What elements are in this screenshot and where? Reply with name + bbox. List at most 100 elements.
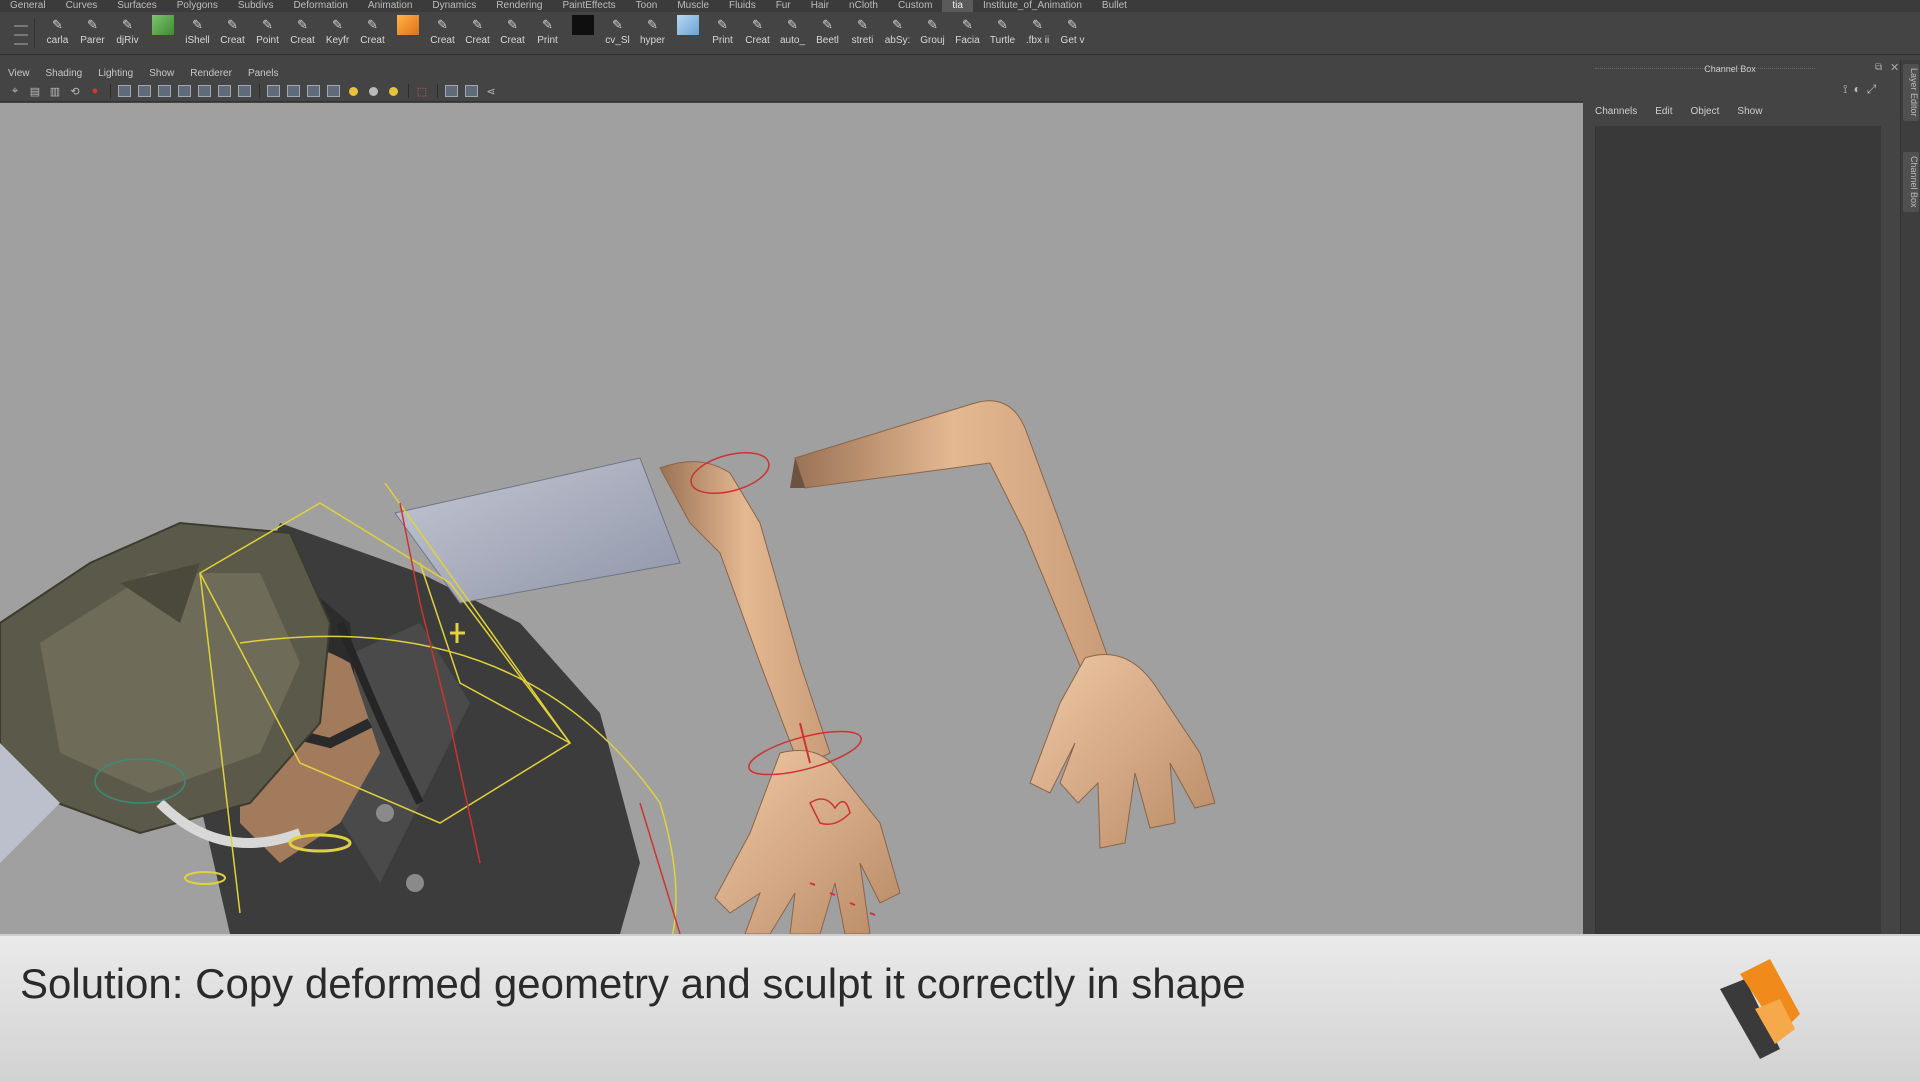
- shelf-tab[interactable]: PaintEffects: [552, 0, 625, 12]
- channel-box-menu-item[interactable]: Object: [1691, 106, 1720, 117]
- shelf-menu-handle[interactable]: [8, 18, 35, 48]
- shelf-tab[interactable]: Polygons: [167, 0, 228, 12]
- film-gate-icon[interactable]: [135, 83, 153, 99]
- shelf-tool-button[interactable]: ✎ abSy:: [880, 15, 915, 51]
- bookmark-icon[interactable]: ▥: [46, 83, 64, 99]
- shelf-tool-button[interactable]: ✎ streti: [845, 15, 880, 51]
- shelf-tool-button[interactable]: ✎ Creat: [460, 15, 495, 51]
- safe-title-icon[interactable]: [235, 83, 253, 99]
- use-all-lights-icon[interactable]: [384, 83, 402, 99]
- shelf-tool-button[interactable]: ✎ Creat: [215, 15, 250, 51]
- xray-icon[interactable]: [324, 83, 342, 99]
- panel-menu-item[interactable]: Renderer: [182, 68, 240, 79]
- shelf-tab[interactable]: Dynamics: [422, 0, 486, 12]
- select-camera-icon[interactable]: ⌖: [6, 83, 24, 99]
- shelf-tool-button[interactable]: [390, 15, 425, 51]
- viewport-panel-toolbar: ⌖ ▤ ▥ ⟲ ● ⬚ ⋖: [0, 81, 1583, 102]
- panel-menu-item[interactable]: Lighting: [90, 68, 141, 79]
- shelf-tool-button[interactable]: ✎ Creat: [425, 15, 460, 51]
- resolution-gate-icon[interactable]: [155, 83, 173, 99]
- panel-menu-item[interactable]: View: [0, 68, 38, 79]
- grid-icon[interactable]: [115, 83, 133, 99]
- channel-box-menu-item[interactable]: Edit: [1655, 106, 1672, 117]
- shelf-tool-button[interactable]: ✎ Parer: [75, 15, 110, 51]
- float-panel-icon[interactable]: ⧉: [1875, 62, 1882, 73]
- shelf-tool-icon: ✎: [472, 17, 483, 32]
- shelf-tab[interactable]: tia: [942, 0, 973, 12]
- channel-box-title: Channel Box: [1704, 64, 1756, 74]
- wireframe-icon[interactable]: [264, 83, 282, 99]
- shelf-tool-icon: ✎: [892, 17, 903, 32]
- channel-list[interactable]: [1595, 126, 1881, 934]
- field-chart-icon[interactable]: [195, 83, 213, 99]
- panel-menu-item[interactable]: Panels: [240, 68, 287, 79]
- panel-menu-item[interactable]: Show: [141, 68, 182, 79]
- shelf-tool-icon: ✎: [507, 17, 518, 32]
- shelf-tab[interactable]: Animation: [358, 0, 422, 12]
- shelf-tool-button[interactable]: ✎ auto_: [775, 15, 810, 51]
- shelf-tool-button[interactable]: ✎ iShell: [180, 15, 215, 51]
- 3d-viewport[interactable]: [0, 103, 1583, 934]
- textured-icon[interactable]: [364, 83, 382, 99]
- default-lighting-icon[interactable]: [344, 83, 362, 99]
- shelf-tool-button[interactable]: ✎ Get v: [1055, 15, 1090, 51]
- shelf-tool-button[interactable]: ✎ Creat: [495, 15, 530, 51]
- shelf-tool-button[interactable]: ✎ Beetl: [810, 15, 845, 51]
- shelf-tool-button[interactable]: ✎ Print: [530, 15, 565, 51]
- smooth-shade-icon[interactable]: [284, 83, 302, 99]
- shelf-tool-button[interactable]: ✎ Turtle: [985, 15, 1020, 51]
- shelf-tab[interactable]: Custom: [888, 0, 942, 12]
- shelf-tab[interactable]: Deformation: [283, 0, 357, 12]
- shelf-tool-icon: ✎: [822, 17, 833, 32]
- shelf-tool-button[interactable]: ✎ hyper: [635, 15, 670, 51]
- shelf-tool-button[interactable]: ✎ djRiv: [110, 15, 145, 51]
- xray-joints-icon[interactable]: [442, 83, 460, 99]
- image-plane-icon[interactable]: ⟲: [66, 83, 84, 99]
- shelf-tool-button[interactable]: [565, 15, 600, 51]
- shelf-tab[interactable]: nCloth: [839, 0, 888, 12]
- channel-box-menu-item[interactable]: Show: [1737, 106, 1762, 117]
- shelf-tool-button[interactable]: ✎ Creat: [740, 15, 775, 51]
- sculpted-arm-copy[interactable]: [790, 400, 1216, 849]
- shelf-tool-button[interactable]: ✎ Point: [250, 15, 285, 51]
- shelf-tab[interactable]: Muscle: [667, 0, 719, 12]
- shelf-tool-button[interactable]: ✎ cv_Sl: [600, 15, 635, 51]
- shelf-tab[interactable]: Bullet: [1092, 0, 1137, 12]
- speed-icon[interactable]: ◐: [1853, 82, 1860, 97]
- shelf-tab[interactable]: Toon: [626, 0, 668, 12]
- shelf-tool-button[interactable]: [670, 15, 705, 51]
- wireframe-on-shaded-icon[interactable]: [304, 83, 322, 99]
- camera-attributes-icon[interactable]: ▤: [26, 83, 44, 99]
- close-icon[interactable]: ✕: [1890, 61, 1899, 74]
- shelf-tab[interactable]: Fluids: [719, 0, 766, 12]
- shelf-tool-button[interactable]: ✎ Grouj: [915, 15, 950, 51]
- shelf-tool-button[interactable]: ✎ carla: [40, 15, 75, 51]
- panel-menu-item[interactable]: Shading: [38, 68, 91, 79]
- shelf-tool-button[interactable]: ✎ .fbx ii: [1020, 15, 1055, 51]
- shelf-tab[interactable]: General: [0, 0, 56, 12]
- shelf-tab[interactable]: Hair: [801, 0, 839, 12]
- shelf-tab[interactable]: Fur: [766, 0, 801, 12]
- safe-action-icon[interactable]: [215, 83, 233, 99]
- manipulator-icon[interactable]: ⟟: [1843, 82, 1847, 97]
- hyper-icon[interactable]: ⤢: [1867, 82, 1877, 97]
- shelf-tool-button[interactable]: ✎ Creat: [355, 15, 390, 51]
- record-icon[interactable]: ●: [86, 83, 104, 99]
- channel-box-tab[interactable]: Channel Box: [1903, 152, 1919, 212]
- xray-active-icon[interactable]: [462, 83, 480, 99]
- shelf-tab[interactable]: Institute_of_Animation: [973, 0, 1092, 12]
- share-icon[interactable]: ⋖: [482, 83, 500, 99]
- shelf-tool-button[interactable]: ✎ Keyfr: [320, 15, 355, 51]
- channel-box-menu-item[interactable]: Channels: [1595, 106, 1637, 117]
- shelf-tool-button[interactable]: [145, 15, 180, 51]
- gate-mask-icon[interactable]: [175, 83, 193, 99]
- isolate-select-icon[interactable]: ⬚: [413, 83, 431, 99]
- shelf-tool-button[interactable]: ✎ Print: [705, 15, 740, 51]
- shelf-tab[interactable]: Surfaces: [107, 0, 166, 12]
- shelf-tool-button[interactable]: ✎ Facia: [950, 15, 985, 51]
- shelf-tab[interactable]: Curves: [56, 0, 108, 12]
- shelf-tool-button[interactable]: ✎ Creat: [285, 15, 320, 51]
- shelf-tab[interactable]: Subdivs: [228, 0, 284, 12]
- layer-editor-tab[interactable]: Layer Editor: [1903, 64, 1919, 121]
- shelf-tab[interactable]: Rendering: [486, 0, 552, 12]
